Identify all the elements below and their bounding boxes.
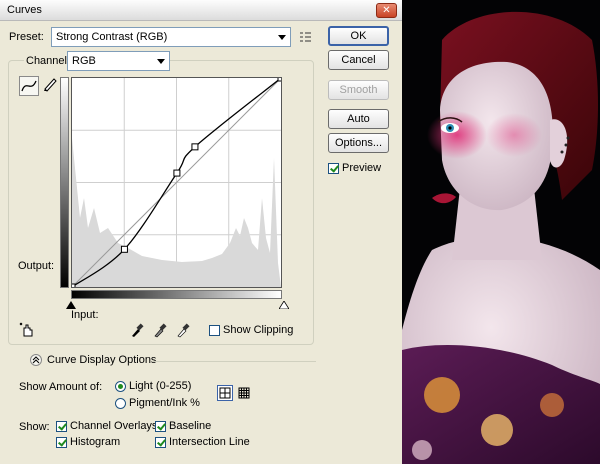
output-label: Output: [18, 260, 55, 272]
pigment-label: Pigment/Ink % [129, 397, 200, 409]
input-gradient [71, 290, 282, 299]
gray-eyedropper-tool[interactable] [153, 322, 167, 338]
curve-control-point[interactable] [277, 74, 285, 82]
channel-overlays-label: Channel Overlays [70, 420, 158, 432]
histogram-checkbox[interactable] [56, 437, 67, 448]
curve-control-point[interactable] [68, 283, 76, 291]
pigment-radio[interactable] [115, 398, 126, 409]
options-button[interactable]: Options... [328, 133, 389, 153]
curve-tool-icon [21, 80, 37, 92]
curve-svg[interactable] [68, 74, 285, 291]
intersection-line-checkbox[interactable] [155, 437, 166, 448]
auto-button[interactable]: Auto [328, 109, 389, 129]
show-label: Show: [19, 421, 50, 433]
output-gradient [60, 77, 69, 288]
curve-control-point[interactable] [191, 143, 199, 151]
preview-label: Preview [342, 162, 382, 174]
show-clipping-label: Show Clipping [223, 324, 294, 336]
chevron-up-icon [32, 356, 40, 364]
eyedropper-black-icon [132, 323, 144, 337]
curve-control-point[interactable] [173, 169, 181, 177]
cancel-button[interactable]: Cancel [328, 50, 389, 70]
preset-menu-icon[interactable] [299, 30, 313, 44]
section-divider [152, 361, 316, 362]
chevron-down-icon [157, 59, 165, 64]
hand-icon [19, 322, 33, 337]
pencil-icon [44, 78, 57, 92]
on-image-adjust-tool[interactable] [19, 322, 35, 338]
collapse-options-button[interactable] [30, 354, 42, 366]
intersection-line-label: Intersection Line [169, 436, 250, 448]
grid-10-icon [238, 387, 250, 399]
grid-4-icon [219, 387, 231, 399]
preview-checkbox[interactable] [328, 163, 339, 174]
light-label: Light (0-255) [129, 380, 192, 392]
ok-button[interactable]: OK [328, 26, 389, 46]
black-eyedropper-tool[interactable] [130, 322, 144, 338]
black-point-slider[interactable] [66, 300, 76, 309]
eyedropper-white-icon [177, 323, 190, 338]
histogram-label: Histogram [70, 436, 121, 448]
input-label: Input: [71, 309, 99, 321]
title-bar[interactable]: Curves ✕ [0, 0, 402, 21]
curve-graph[interactable] [68, 74, 285, 291]
baseline-label: Baseline [169, 420, 212, 432]
light-radio[interactable] [115, 381, 126, 392]
channel-value: RGB [72, 55, 96, 67]
chevron-down-icon [278, 35, 286, 40]
show-clipping-checkbox[interactable] [209, 325, 220, 336]
preset-label: Preset: [9, 31, 44, 43]
curve-display-options-title: Curve Display Options [47, 354, 157, 366]
channel-label: Channel: [24, 55, 73, 67]
channel-overlays-checkbox[interactable] [56, 421, 67, 432]
baseline-checkbox[interactable] [155, 421, 166, 432]
smooth-button[interactable]: Smooth [328, 80, 389, 100]
simple-grid-button[interactable] [217, 385, 233, 401]
curve-control-point[interactable] [120, 245, 128, 253]
channel-dropdown[interactable]: RGB [67, 51, 170, 71]
curve-edit-tool[interactable] [19, 76, 39, 96]
close-button[interactable]: ✕ [376, 3, 397, 18]
white-eyedropper-tool[interactable] [176, 322, 190, 338]
window-title: Curves [7, 4, 42, 16]
eyedropper-gray-icon [154, 323, 167, 338]
black-triangle-icon [66, 301, 76, 309]
curves-dialog: Curves ✕ Preset: Strong Contrast (RGB) O… [0, 0, 402, 464]
document-photo [402, 0, 600, 464]
white-triangle-icon [278, 300, 290, 310]
portrait-image [402, 0, 600, 464]
white-point-slider[interactable] [278, 300, 290, 310]
preset-dropdown[interactable]: Strong Contrast (RGB) [51, 27, 291, 47]
show-amount-label: Show Amount of: [19, 381, 103, 393]
preset-value: Strong Contrast (RGB) [56, 31, 168, 43]
pencil-tool[interactable] [42, 76, 58, 92]
detailed-grid-button[interactable] [237, 386, 251, 400]
